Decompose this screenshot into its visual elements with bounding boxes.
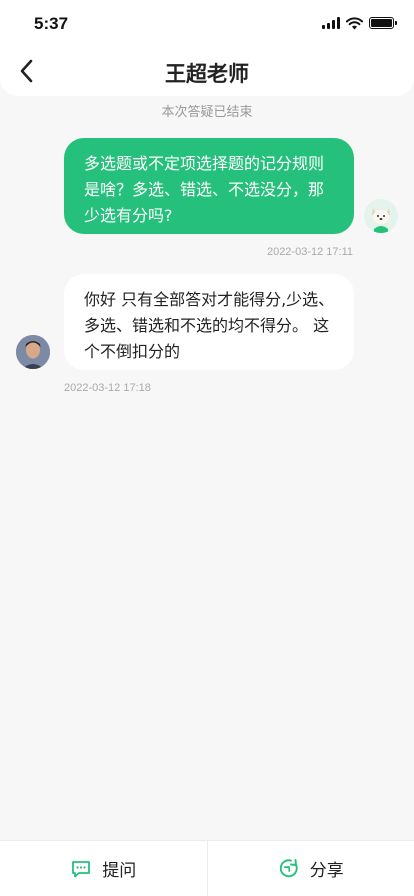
nav-header: 王超老师 xyxy=(0,46,414,96)
share-button-label: 分享 xyxy=(309,861,344,881)
status-bar: 5:37 xyxy=(0,0,414,46)
bottom-action-bar: 提问 分享 xyxy=(0,840,414,896)
battery-icon xyxy=(369,17,397,29)
page-title: 王超老师 xyxy=(165,62,249,86)
ask-button[interactable]: 提问 xyxy=(0,841,207,896)
share-button[interactable]: 分享 xyxy=(206,841,414,896)
teacher-photo-icon xyxy=(16,335,50,369)
wifi-icon xyxy=(346,16,363,29)
teacher-avatar[interactable] xyxy=(16,335,50,369)
session-status-text: 本次答疑已结束 xyxy=(161,105,253,120)
chat-icon xyxy=(70,858,92,880)
status-icons xyxy=(322,16,397,30)
outgoing-message-time: 2022-03-12 17:11 xyxy=(266,246,353,258)
user-avatar[interactable] xyxy=(364,199,398,233)
outgoing-message-bubble[interactable]: 多选题或不定项选择题的记分规则是啥？多选、错选、不选没分，那少选有分吗? xyxy=(64,138,354,234)
dog-avatar-icon xyxy=(364,199,398,233)
signal-icon xyxy=(322,17,340,29)
incoming-message-bubble[interactable]: 你好 只有全部答对才能得分,少选、多选、错选和不选的均不得分。 这个不倒扣分的 xyxy=(64,274,354,370)
status-time: 5:37 xyxy=(34,14,69,33)
ask-button-label: 提问 xyxy=(102,861,137,881)
share-icon xyxy=(278,858,300,880)
incoming-message-time: 2022-03-12 17:18 xyxy=(64,382,151,394)
